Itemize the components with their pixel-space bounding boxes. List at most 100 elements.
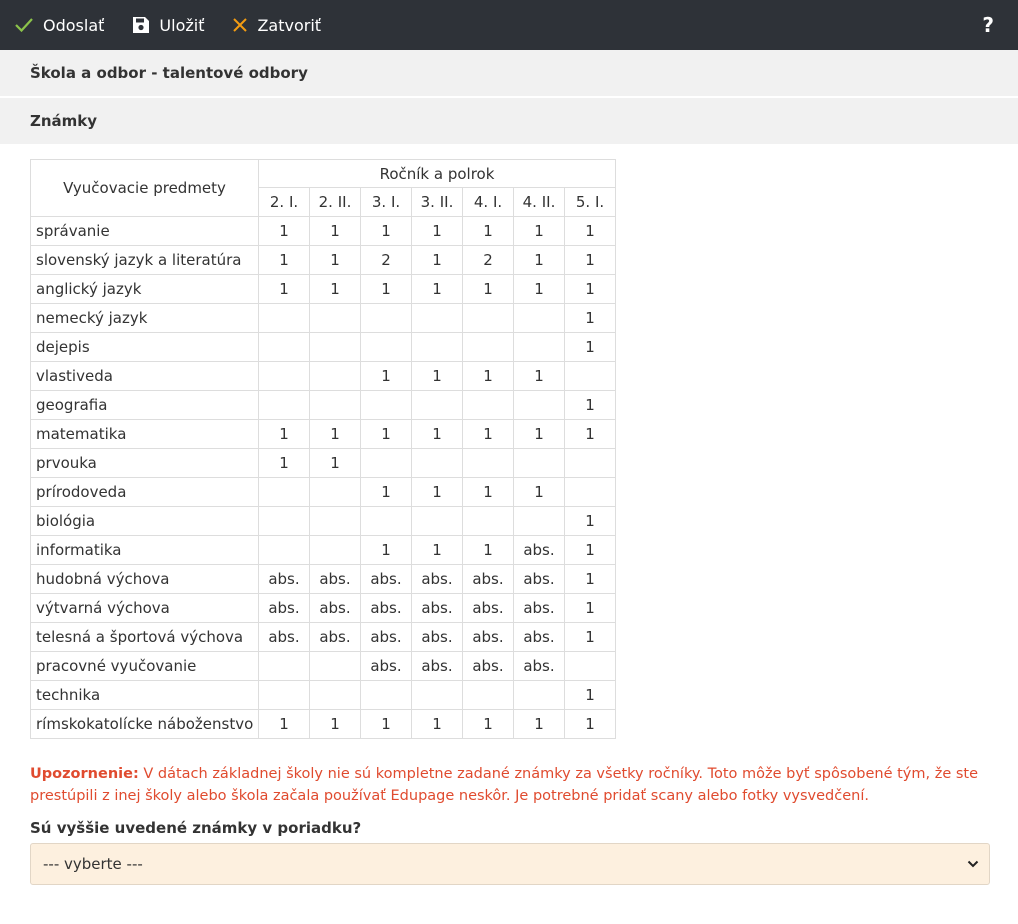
grade-cell: 1	[513, 709, 565, 739]
table-row: hudobná výchova abs. abs. abs. abs. abs. abs. 1	[30, 564, 616, 594]
grade-cell: abs.	[360, 622, 412, 652]
subject-cell: prvouka	[30, 448, 259, 478]
subject-cell: pracovné vyučovanie	[30, 651, 259, 681]
grade-cell: abs.	[513, 535, 565, 565]
grade-cell: 1	[411, 216, 463, 246]
grade-cell: abs.	[462, 622, 514, 652]
column-header: 2. I.	[258, 187, 310, 217]
grade-cell: 1	[258, 216, 310, 246]
table-row: správanie 1 1 1 1 1 1 1	[30, 216, 616, 246]
column-header: 3. I.	[360, 187, 412, 217]
grade-cell: 1	[411, 709, 463, 739]
close-button[interactable]: Zatvoriť	[232, 0, 321, 50]
table-row: informatika 1 1 1 abs. 1	[30, 535, 616, 565]
grade-cell	[309, 390, 361, 420]
grades-ok-select[interactable]: --- vyberte ---	[30, 843, 990, 885]
subject-cell: matematika	[30, 419, 259, 449]
subject-cell: vlastiveda	[30, 361, 259, 391]
subject-column-header: Vyučovacie predmety	[30, 159, 259, 217]
send-button[interactable]: Odoslať	[14, 0, 104, 50]
grade-cell: 1	[309, 274, 361, 304]
grade-cell: 1	[411, 477, 463, 507]
grade-cell: 2	[360, 245, 412, 275]
grade-cell	[513, 448, 565, 478]
grade-cell	[258, 332, 310, 362]
table-row: technika 1	[30, 680, 616, 710]
grade-cell: 1	[564, 593, 616, 623]
table-row: geografia 1	[30, 390, 616, 420]
grade-cell: 1	[462, 535, 514, 565]
grade-cell: 1	[564, 390, 616, 420]
grade-cell	[462, 303, 514, 333]
subject-cell: rímskokatolícke náboženstvo	[30, 709, 259, 739]
group-column-header: Ročník a polrok	[258, 159, 616, 188]
subject-cell: správanie	[30, 216, 259, 246]
grade-cell: 1	[564, 419, 616, 449]
grade-cell: abs.	[513, 622, 565, 652]
subject-cell: dejepis	[30, 332, 259, 362]
grade-cell	[360, 506, 412, 536]
subject-cell: informatika	[30, 535, 259, 565]
grade-cell	[411, 506, 463, 536]
column-header: 2. II.	[309, 187, 361, 217]
grade-cell: 1	[411, 274, 463, 304]
table-row: nemecký jazyk 1	[30, 303, 616, 333]
table-row: slovenský jazyk a literatúra 1 1 2 1 2 1 1	[30, 245, 616, 275]
grade-cell	[564, 448, 616, 478]
grade-cell: 1	[360, 216, 412, 246]
grade-cell: 1	[309, 245, 361, 275]
grades-content: Vyučovacie predmety Ročník a polrok 2. I…	[0, 144, 1018, 885]
grade-cell: 1	[258, 245, 310, 275]
grade-cell: 1	[513, 216, 565, 246]
grade-cell: 1	[360, 361, 412, 391]
grade-cell: 1	[258, 274, 310, 304]
grade-cell	[258, 361, 310, 391]
grade-cell	[309, 361, 361, 391]
grade-cell	[309, 477, 361, 507]
grade-cell	[360, 303, 412, 333]
grade-cell	[462, 332, 514, 362]
grade-cell: abs.	[360, 651, 412, 681]
table-row: pracovné vyučovanie abs. abs. abs. abs.	[30, 651, 616, 681]
grade-cell: abs.	[309, 593, 361, 623]
table-row: matematika 1 1 1 1 1 1 1	[30, 419, 616, 449]
grade-cell: 1	[564, 274, 616, 304]
grade-cell	[564, 651, 616, 681]
grade-cell: 1	[462, 709, 514, 739]
table-row: biológia 1	[30, 506, 616, 536]
grade-cell: 1	[258, 419, 310, 449]
send-label: Odoslať	[43, 15, 105, 35]
grade-cell	[360, 448, 412, 478]
subject-cell: hudobná výchova	[30, 564, 259, 594]
grade-cell: 1	[309, 709, 361, 739]
warning-label: Upozornenie:	[30, 766, 139, 782]
grade-cell	[411, 390, 463, 420]
grade-cell: 1	[309, 448, 361, 478]
help-button[interactable]: ?	[982, 13, 994, 37]
grades-section-header[interactable]: Známky	[0, 98, 1018, 144]
grade-cell	[309, 506, 361, 536]
grade-cell: abs.	[411, 593, 463, 623]
grade-cell: 1	[411, 419, 463, 449]
grade-cell: abs.	[462, 593, 514, 623]
grade-cell: 1	[513, 245, 565, 275]
subject-cell: technika	[30, 680, 259, 710]
grade-cell: 1	[462, 477, 514, 507]
chevron-down-icon	[967, 860, 979, 868]
save-button[interactable]: Uložiť	[132, 0, 204, 50]
subject-cell: geografia	[30, 390, 259, 420]
table-row: anglický jazyk 1 1 1 1 1 1 1	[30, 274, 616, 304]
grade-cell	[309, 535, 361, 565]
subject-cell: nemecký jazyk	[30, 303, 259, 333]
grade-cell	[564, 477, 616, 507]
grade-cell: abs.	[360, 564, 412, 594]
school-section-header[interactable]: Škola a odbor - talentové odbory	[0, 50, 1018, 96]
close-label: Zatvoriť	[257, 15, 322, 35]
grade-cell: 1	[513, 361, 565, 391]
grade-cell	[411, 332, 463, 362]
grade-cell: abs.	[360, 593, 412, 623]
subject-cell: prírodoveda	[30, 477, 259, 507]
grade-cell: 1	[564, 680, 616, 710]
grades-table: Vyučovacie predmety Ročník a polrok 2. I…	[30, 159, 616, 739]
grade-cell: 1	[462, 274, 514, 304]
